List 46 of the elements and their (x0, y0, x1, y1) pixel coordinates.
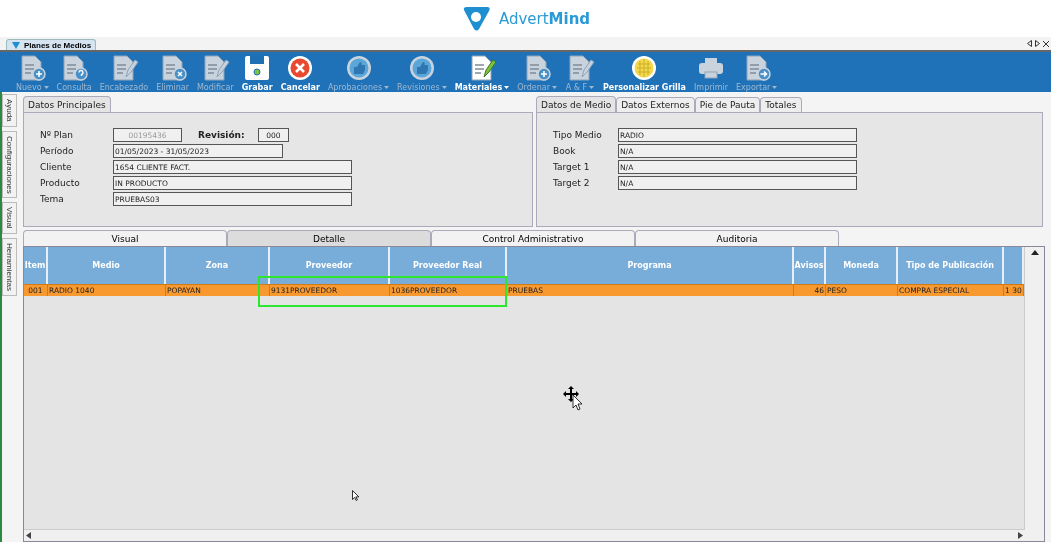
move-cursor-icon (563, 385, 583, 411)
toolbar-button[interactable]: Nuevo (12, 52, 53, 92)
toolbar-button[interactable]: Grabar (237, 52, 277, 92)
field-label: Nº Plan (40, 130, 74, 140)
side-tab[interactable]: Configuraciones (2, 130, 17, 199)
panel-tab[interactable]: Datos Externos (616, 97, 695, 112)
detail-tab[interactable]: Auditoria (635, 230, 839, 246)
detail-tab[interactable]: Control Administrativo (431, 230, 635, 246)
detail-tab[interactable]: Detalle (227, 230, 431, 246)
field-label: Revisión: (198, 130, 246, 140)
toolbar-button[interactable]: Personalizar Grilla (599, 52, 690, 92)
field-label: Target 2 (553, 178, 591, 188)
panel-tab[interactable]: Pie de Pauta (694, 97, 761, 112)
toolbar-button[interactable]: Eliminar (152, 52, 193, 92)
scroll-left-icon[interactable] (26, 532, 31, 539)
right-arrow-icon[interactable] (1035, 40, 1040, 47)
panel-tab[interactable]: Totales (760, 97, 802, 112)
toolbar-button[interactable]: Modificar (192, 52, 238, 92)
toolbar-button[interactable]: Imprimir (690, 52, 733, 92)
field-label: Target 1 (553, 162, 591, 172)
toolbar-button[interactable]: Ordenar (513, 52, 561, 92)
logo-text: AdvertMind (498, 9, 591, 28)
pointer-cursor-icon (352, 490, 360, 501)
toolbar-button[interactable]: Aprobaciones (323, 52, 394, 92)
left-arrow-icon[interactable] (1027, 40, 1032, 47)
side-tab[interactable]: Visual (2, 202, 17, 234)
field-label: Producto (40, 178, 81, 188)
tab-logo-icon (11, 40, 21, 50)
panel-tab[interactable]: Datos Principales (23, 96, 111, 112)
toolbar-button[interactable]: Encabezado (95, 52, 153, 92)
field-label: Período (40, 146, 75, 156)
side-tab[interactable]: Ayuda (2, 94, 17, 127)
detail-tab[interactable]: Visual (23, 230, 227, 246)
toolbar-button[interactable]: A & F (561, 52, 599, 92)
panel-tab[interactable]: Datos de Medio (536, 96, 617, 112)
toolbar-button[interactable]: Revisiones (393, 52, 451, 92)
field-label: Book (553, 146, 577, 156)
field-label: Cliente (40, 162, 73, 172)
toolbar-button[interactable]: Materiales (450, 52, 514, 92)
toolbar-button[interactable]: Cancelar (276, 52, 324, 92)
side-tab[interactable]: Herramientas (2, 238, 17, 297)
toolbar-button[interactable]: Exportar (732, 52, 782, 92)
field-label: Tipo Medio (553, 130, 603, 140)
field-label: Tema (40, 194, 65, 204)
toolbar-button[interactable]: Consulta (52, 52, 96, 92)
close-icon[interactable] (1043, 40, 1049, 47)
